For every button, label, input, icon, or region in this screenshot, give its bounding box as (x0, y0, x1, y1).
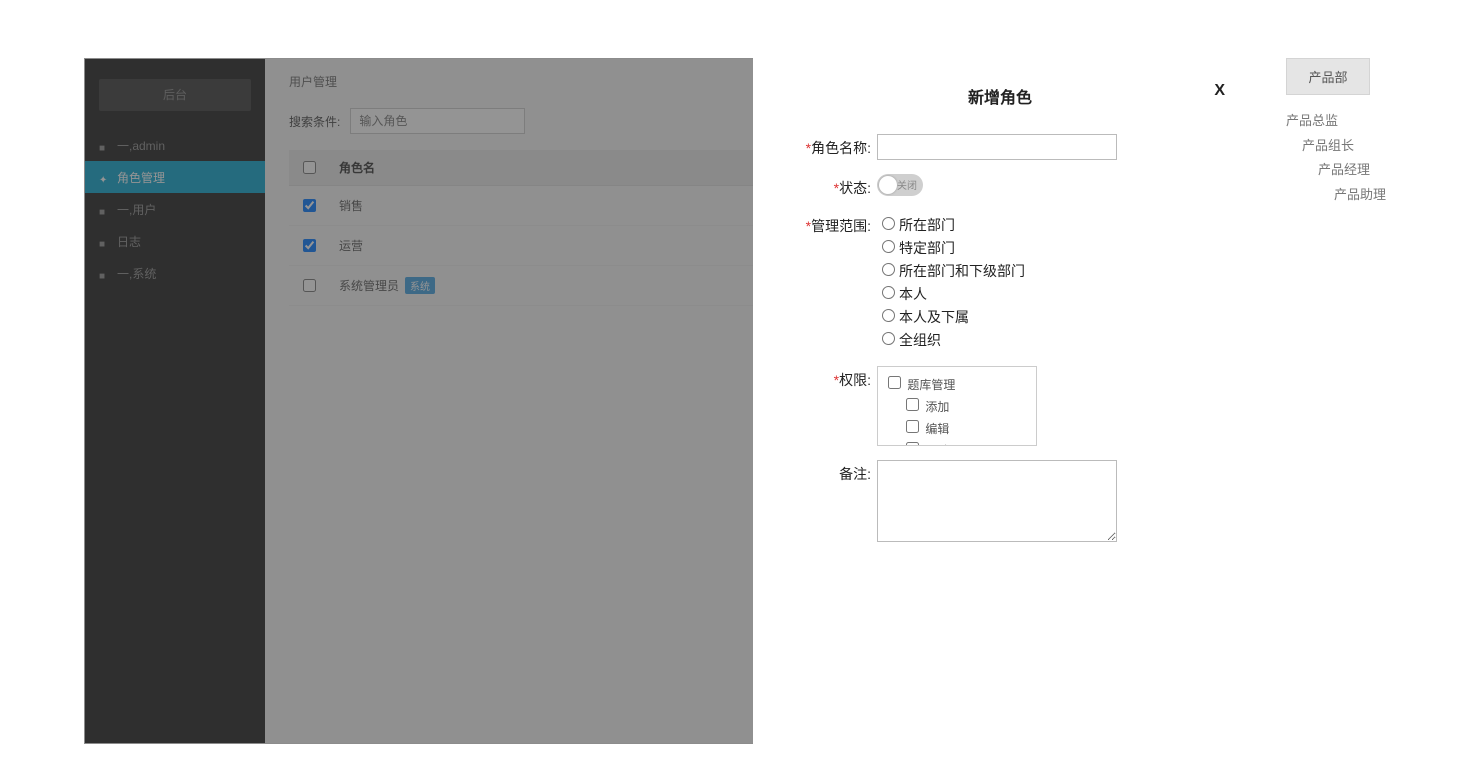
org-title[interactable]: 产品部 (1286, 58, 1370, 95)
scope-radio[interactable] (882, 286, 895, 299)
perm-child-checkbox[interactable] (906, 398, 919, 411)
perm-child-label: 编辑 (925, 422, 949, 436)
label-scope: *管理范围: (787, 212, 877, 236)
scope-radio[interactable] (882, 332, 895, 345)
remark-textarea[interactable] (877, 460, 1117, 542)
org-tree-panel: 产品部 产品总监产品组长产品经理产品助理 (1286, 58, 1426, 208)
perm-root-checkbox[interactable] (888, 376, 901, 389)
perm-root-label: 题库管理 (907, 378, 955, 392)
permission-tree[interactable]: 题库管理 添加 编辑 删除 (877, 366, 1037, 446)
scope-radio[interactable] (882, 309, 895, 322)
modal-overlay[interactable]: 新增角色 X *角色名称: *状态: 关闭 (84, 58, 1247, 744)
scope-radio[interactable] (882, 263, 895, 276)
scope-option[interactable]: 所在部门和下级部门 (877, 260, 1213, 281)
perm-child-label: 添加 (925, 400, 949, 414)
scope-option[interactable]: 全组织 (877, 329, 1213, 350)
org-node[interactable]: 产品助理 (1286, 183, 1426, 208)
add-role-panel: 新增角色 X *角色名称: *状态: 关闭 (753, 58, 1247, 744)
scope-radio[interactable] (882, 240, 895, 253)
close-icon[interactable]: X (1214, 82, 1225, 100)
perm-child-checkbox[interactable] (906, 420, 919, 433)
perm-child-label: 删除 (925, 444, 949, 446)
label-perm: *权限: (787, 366, 877, 390)
label-remark: 备注: (787, 460, 877, 484)
status-toggle[interactable]: 关闭 (877, 174, 923, 196)
scope-option[interactable]: 本人 (877, 283, 1213, 304)
label-role-name: *角色名称: (787, 134, 877, 158)
scope-option[interactable]: 本人及下属 (877, 306, 1213, 327)
org-node[interactable]: 产品经理 (1286, 158, 1426, 183)
label-status: *状态: (787, 174, 877, 198)
panel-title: 新增角色 (787, 84, 1213, 108)
scope-radio-group: 所在部门特定部门所在部门和下级部门本人本人及下属全组织 (877, 212, 1213, 352)
org-node[interactable]: 产品组长 (1286, 134, 1426, 159)
role-name-input[interactable] (877, 134, 1117, 160)
scope-radio[interactable] (882, 217, 895, 230)
scope-option[interactable]: 特定部门 (877, 237, 1213, 258)
org-node[interactable]: 产品总监 (1286, 109, 1426, 134)
scope-option[interactable]: 所在部门 (877, 214, 1213, 235)
perm-child-checkbox[interactable] (906, 442, 919, 446)
